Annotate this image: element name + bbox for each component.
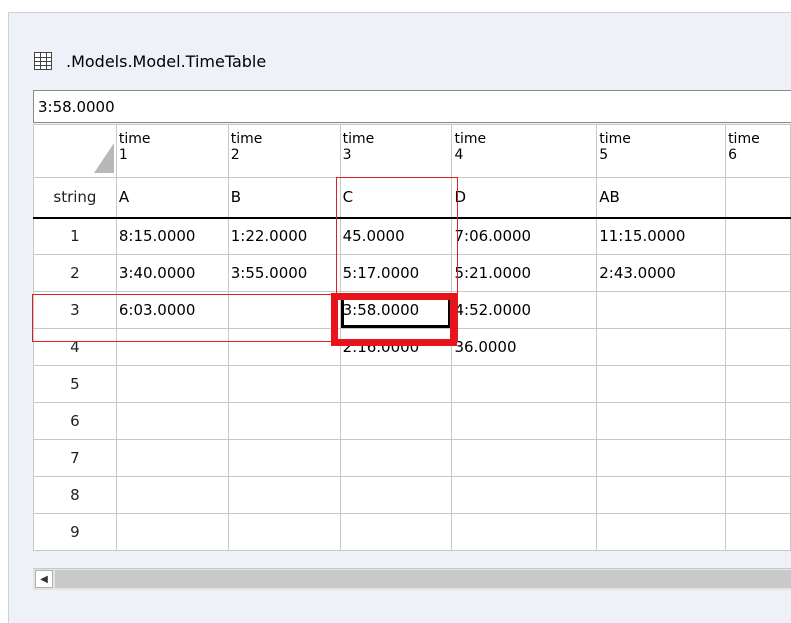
column-header[interactable]: time 4 (451, 124, 598, 178)
table-cell[interactable] (451, 402, 598, 440)
table-cell[interactable] (725, 513, 791, 551)
type-row-header: string (33, 177, 117, 219)
table-cell[interactable] (339, 476, 453, 514)
table-cell[interactable] (227, 328, 341, 366)
row-header[interactable]: 9 (33, 513, 117, 551)
table-cell[interactable] (339, 365, 453, 403)
column-header[interactable]: time 6 (725, 124, 791, 178)
table-cell[interactable] (596, 291, 727, 329)
table-cell[interactable] (725, 402, 791, 440)
table-cell[interactable]: 36.0000 (451, 328, 598, 366)
table-cell[interactable] (596, 439, 727, 477)
time-table-grid: time 1 time 2 time 3 time 4 time 5 time 6 stri… (33, 124, 791, 551)
column-header-row: time 1 time 2 time 3 time 4 time 5 time 6 (33, 124, 791, 178)
row-header[interactable]: 4 (33, 328, 117, 366)
table-cell[interactable]: 4:52.0000 (451, 291, 598, 329)
table-row: 4 2:16.0000 36.0000 (33, 328, 791, 366)
row-header[interactable]: 8 (33, 476, 117, 514)
row-header[interactable]: 7 (33, 439, 117, 477)
table-cell[interactable] (227, 439, 341, 477)
row-header[interactable]: 3 (33, 291, 117, 329)
table-cell[interactable] (725, 217, 791, 255)
type-cell[interactable] (725, 177, 791, 219)
table-cell[interactable] (451, 365, 598, 403)
table-row: 6 (33, 402, 791, 440)
table-grid-icon (34, 52, 52, 70)
table-cell[interactable] (725, 328, 791, 366)
table-row: 7 (33, 439, 791, 477)
selected-cell[interactable]: 3:58.0000 (339, 291, 453, 329)
table-cell[interactable] (339, 439, 453, 477)
table-cell[interactable] (725, 291, 791, 329)
table-cell[interactable] (115, 476, 229, 514)
table-row: 2 3:40.0000 3:55.0000 5:17.0000 5:21.000… (33, 254, 791, 292)
table-row: 9 (33, 513, 791, 551)
table-cell[interactable] (596, 402, 727, 440)
column-header[interactable]: time 2 (227, 124, 341, 178)
table-cell[interactable]: 7:06.0000 (451, 217, 598, 255)
column-header[interactable]: time 3 (339, 124, 453, 178)
type-cell[interactable]: A (115, 177, 229, 219)
table-cell[interactable]: 2:16.0000 (339, 328, 453, 366)
scrollbar-track[interactable] (55, 570, 791, 588)
table-cell[interactable] (339, 402, 453, 440)
window-titlebar: .Models.Model.TimeTable (34, 46, 266, 76)
table-cell[interactable] (115, 513, 229, 551)
table-cell[interactable] (227, 365, 341, 403)
table-cell[interactable] (596, 476, 727, 514)
table-cell[interactable]: 5:17.0000 (339, 254, 453, 292)
table-cell[interactable] (725, 439, 791, 477)
row-header[interactable]: 2 (33, 254, 117, 292)
table-cell[interactable] (451, 439, 598, 477)
table-row: 3 6:03.0000 3:58.0000 4:52.0000 (33, 291, 791, 329)
table-cell[interactable] (115, 402, 229, 440)
table-cell[interactable]: 11:15.0000 (596, 217, 727, 255)
row-header[interactable]: 6 (33, 402, 117, 440)
type-cell[interactable]: C (339, 177, 453, 219)
type-cell[interactable]: B (227, 177, 341, 219)
table-cell[interactable] (339, 513, 453, 551)
table-row: 8 (33, 476, 791, 514)
row-header[interactable]: 5 (33, 365, 117, 403)
type-cell[interactable]: AB (596, 177, 727, 219)
table-row: 5 (33, 365, 791, 403)
table-cell[interactable]: 6:03.0000 (115, 291, 229, 329)
table-cell[interactable] (115, 439, 229, 477)
table-cell[interactable] (115, 328, 229, 366)
table-cell[interactable] (227, 513, 341, 551)
table-cell[interactable] (115, 365, 229, 403)
table-row: 1 8:15.0000 1:22.0000 45.0000 7:06.0000 … (33, 217, 791, 255)
table-cell[interactable]: 3:40.0000 (115, 254, 229, 292)
cell-value-field[interactable]: 3:58.0000 (33, 90, 791, 123)
type-cell[interactable]: D (451, 177, 598, 219)
table-cell[interactable]: 1:22.0000 (227, 217, 341, 255)
table-cell[interactable] (725, 254, 791, 292)
table-cell[interactable]: 3:55.0000 (227, 254, 341, 292)
cell-value-text: 3:58.0000 (38, 97, 115, 116)
table-cell[interactable] (451, 476, 598, 514)
table-cell[interactable] (596, 328, 727, 366)
column-header[interactable]: time 5 (596, 124, 727, 178)
row-header[interactable]: 1 (33, 217, 117, 255)
window-title: .Models.Model.TimeTable (66, 51, 267, 71)
select-all-corner[interactable] (33, 124, 117, 178)
horizontal-scrollbar[interactable]: ◀ (33, 568, 791, 590)
table-cell[interactable] (596, 365, 727, 403)
table-cell[interactable] (725, 476, 791, 514)
column-header[interactable]: time 1 (115, 124, 229, 178)
table-cell[interactable] (227, 291, 341, 329)
table-cell[interactable] (227, 402, 341, 440)
type-row: string A B C D AB (33, 177, 791, 219)
table-cell[interactable]: 45.0000 (339, 217, 453, 255)
table-cell[interactable]: 8:15.0000 (115, 217, 229, 255)
table-cell[interactable] (596, 513, 727, 551)
table-cell[interactable] (227, 476, 341, 514)
table-cell[interactable]: 2:43.0000 (596, 254, 727, 292)
table-cell[interactable]: 5:21.0000 (451, 254, 598, 292)
table-cell[interactable] (725, 365, 791, 403)
scroll-left-arrow-icon[interactable]: ◀ (35, 570, 53, 588)
table-cell[interactable] (451, 513, 598, 551)
corner-triangle-icon (93, 143, 114, 173)
